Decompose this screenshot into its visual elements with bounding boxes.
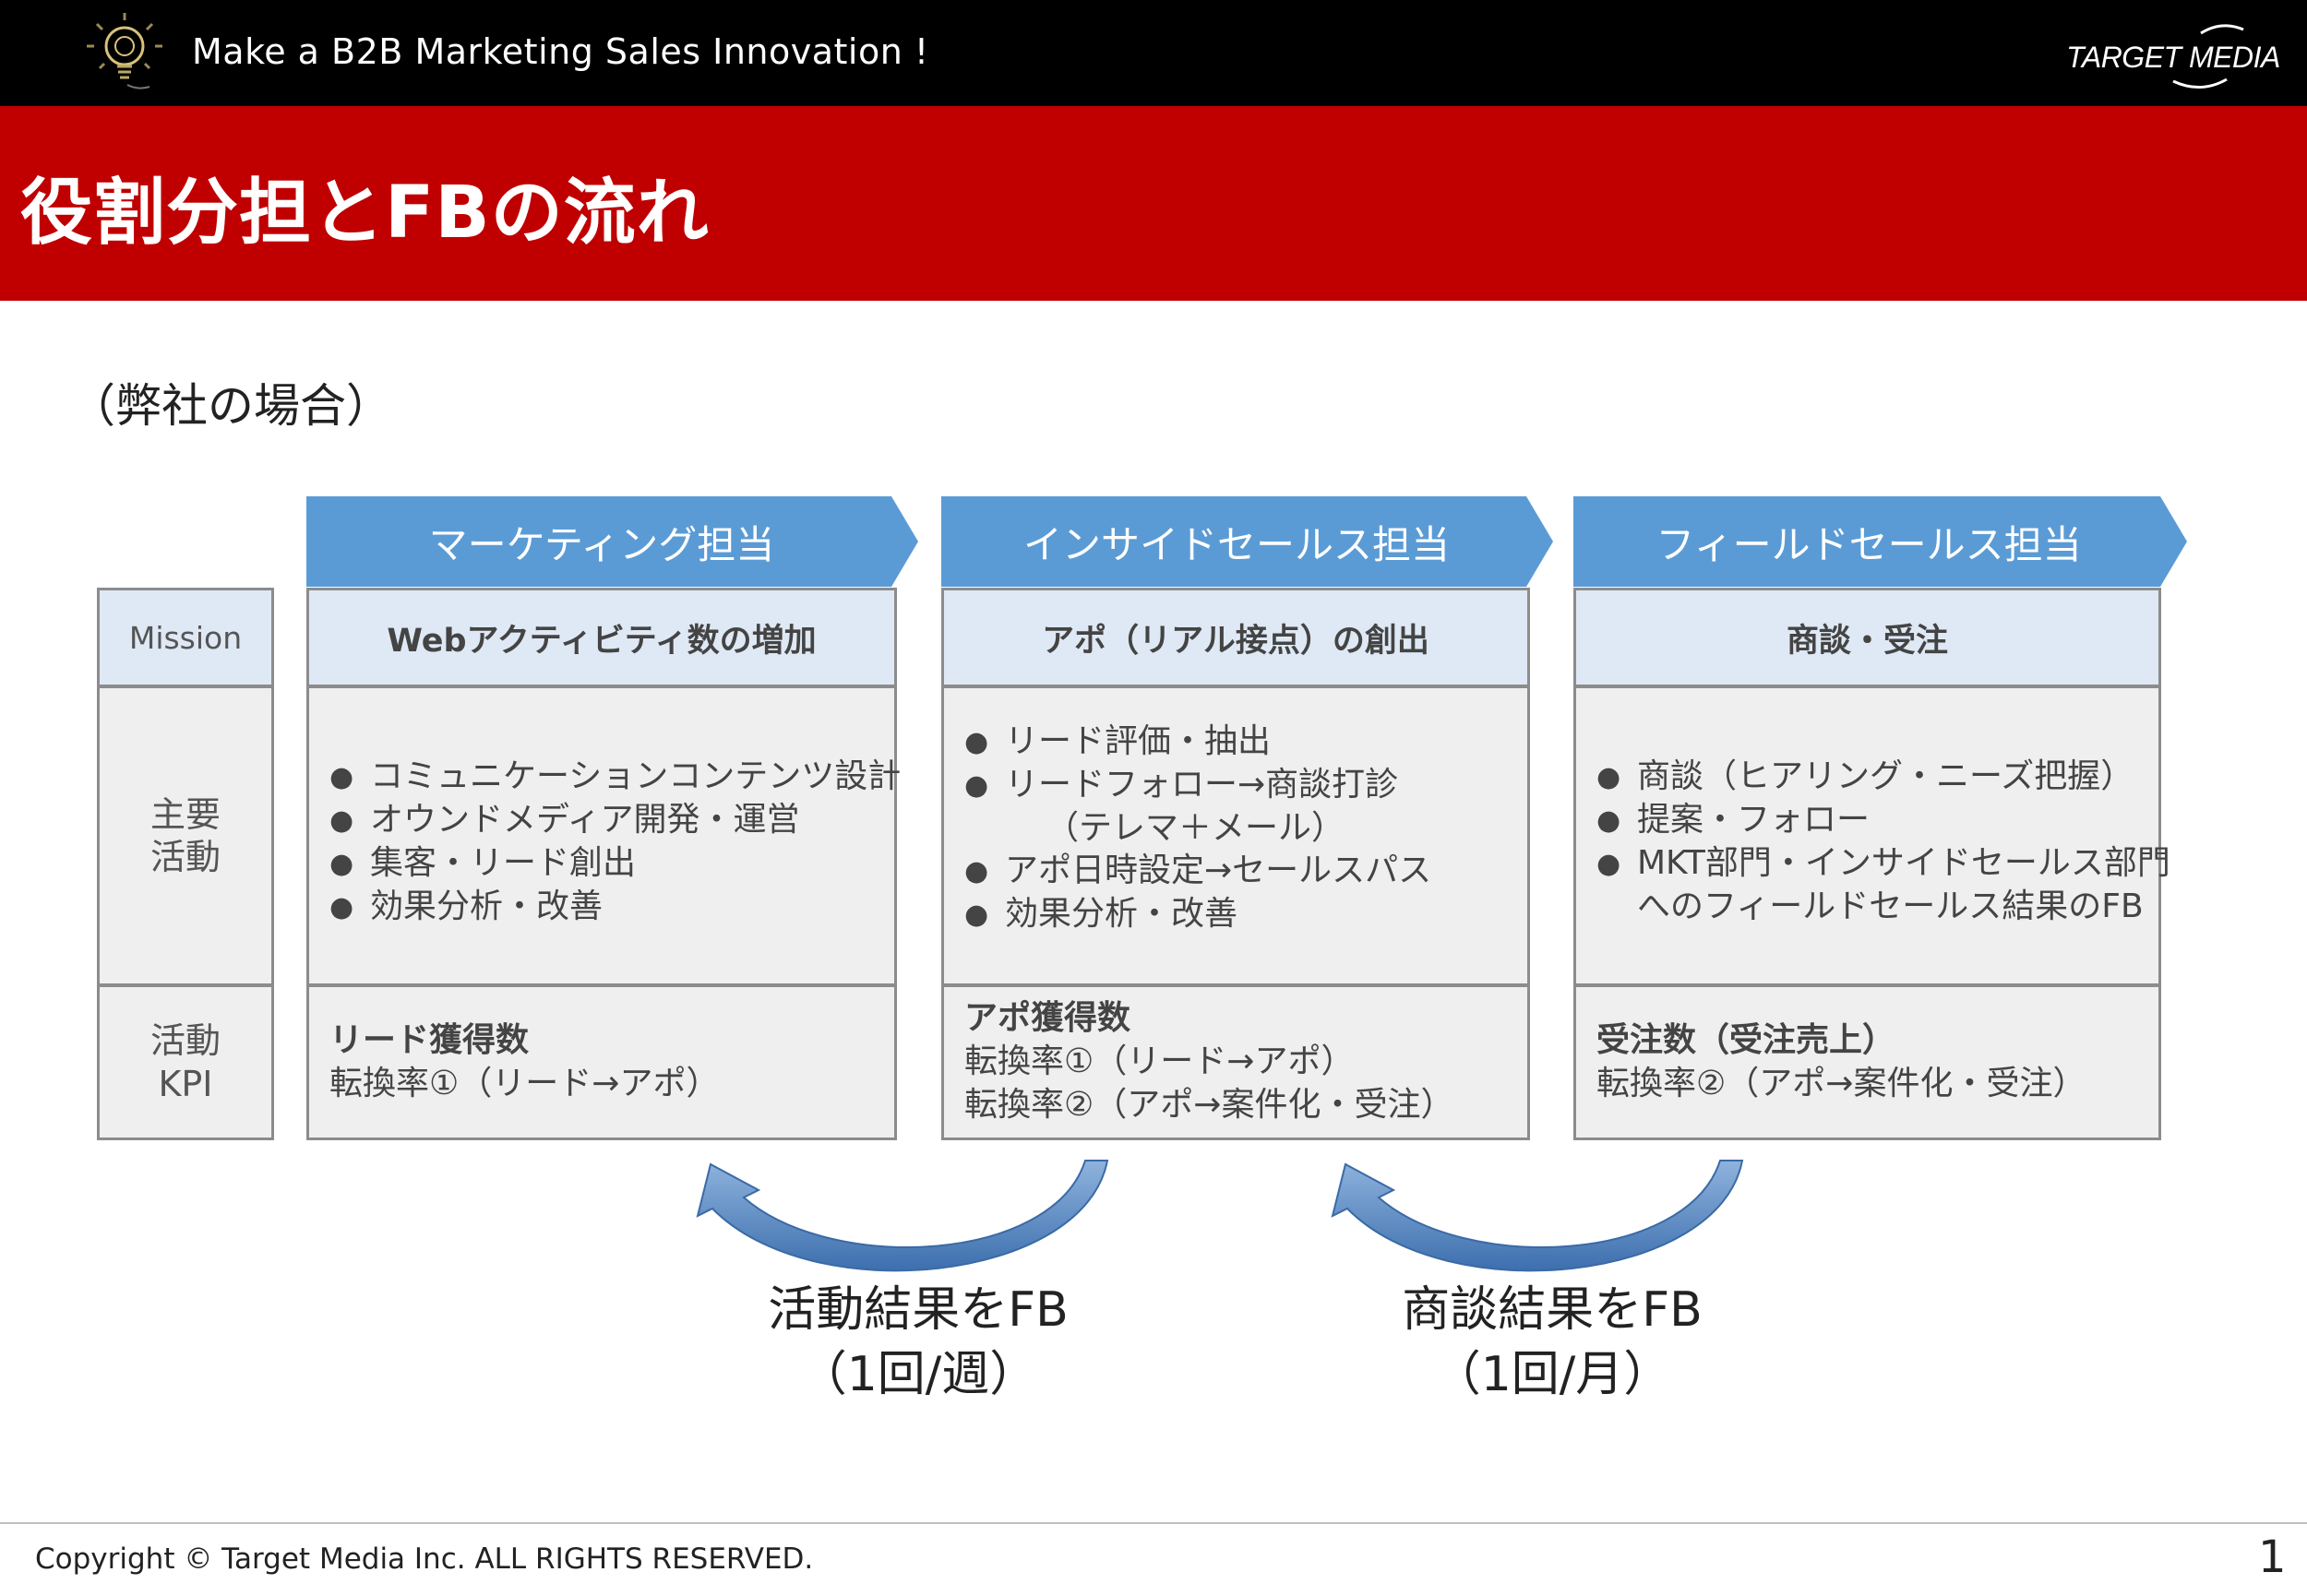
feedback-label-monthly: 商談結果をFB （1回/月） (1321, 1278, 1783, 1407)
feedback-label-weekly-line1: 活動結果をFB (768, 1282, 1069, 1338)
feedback-arrows (696, 1160, 1744, 1272)
feedback-label-weekly: 活動結果をFB （1回/週） (687, 1278, 1149, 1407)
page-number: 1 (2258, 1531, 2287, 1583)
feedback-label-weekly-line2: （1回/週） (798, 1347, 1038, 1403)
copyright: Copyright © Target Media Inc. ALL RIGHTS… (35, 1542, 814, 1576)
feedback-label-monthly-line1: 商談結果をFB (1402, 1282, 1703, 1338)
footer-divider (0, 1522, 2307, 1524)
feedback-label-monthly-line2: （1回/月） (1432, 1347, 1672, 1403)
feedback-arrow-right (1331, 1160, 1744, 1272)
feedback-arrow-left (696, 1160, 1109, 1272)
